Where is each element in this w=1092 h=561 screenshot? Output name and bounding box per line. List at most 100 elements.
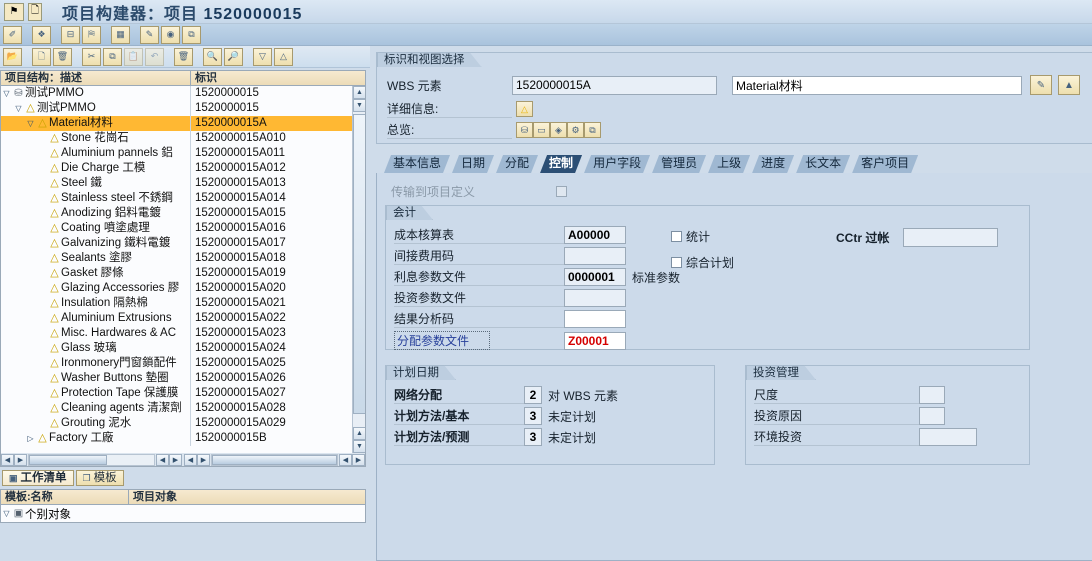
sort-icon[interactable]: △ [274, 47, 293, 66]
wbs-description-input[interactable] [732, 75, 1022, 95]
scroll-up-arrow-bottom[interactable]: ▲ [353, 427, 365, 440]
save-icon[interactable]: 🗋 [28, 2, 42, 21]
more-icon[interactable]: ▲ [1058, 75, 1080, 95]
project-structure-icon[interactable]: ❖ [32, 25, 51, 44]
project-structure-tree[interactable]: ▽ ⛁ 测试PMMO 1520000015 ▽ △ 测试PMMO 1520000015 ▽ △… [0, 86, 366, 453]
table-row[interactable]: △ Protection Tape 保護膜 1520000015A027 [1, 386, 365, 401]
scroll-up-arrow[interactable]: ▲ [353, 86, 365, 99]
status-icon[interactable]: ◉ [161, 25, 180, 44]
table-row[interactable]: △ Anodizing 鋁料電鍍 1520000015A015 [1, 206, 365, 221]
tab-管理员[interactable]: 管理员 [652, 155, 706, 173]
tree-twisty[interactable]: ▽ [1, 86, 12, 101]
paste-icon[interactable]: 📋 [124, 47, 143, 66]
wbs-element-input[interactable] [512, 75, 717, 95]
transfer-to-project-checkbox[interactable] [556, 186, 567, 197]
checkbox-统计[interactable] [671, 231, 682, 242]
table-row[interactable]: △ Steel 鐵 1520000015A013 [1, 176, 365, 191]
table-row[interactable]: ▷ △ Factory 工廠 1520000015B [1, 431, 365, 446]
worklist-tab-模板[interactable]: ❐ 模板 [75, 470, 124, 486]
note-edit-icon[interactable]: ✎ [140, 25, 159, 44]
hscroll-left-1b[interactable]: ◀ [156, 453, 169, 466]
hscroll-left-2b[interactable]: ◀ [339, 453, 352, 466]
tree-twisty[interactable]: ▽ [25, 116, 36, 131]
tab-长文本[interactable]: 长文本 [796, 155, 850, 173]
worklist-tab-工作清单[interactable]: ▣ 工作清单 [2, 470, 74, 486]
table-row[interactable]: △ Glazing Accessories 膠 1520000015A020 [1, 281, 365, 296]
input-投资参数文件[interactable] [564, 289, 626, 307]
delete-document-icon[interactable]: 🗑 [53, 47, 72, 66]
tree-vertical-scrollbar[interactable]: ▲ ▼ ▲ ▼ [352, 86, 365, 453]
template-table-body[interactable]: ▽ ▣ 个别对象 [0, 505, 366, 523]
template-row-twisty[interactable]: ▽ [1, 509, 12, 518]
table-row[interactable]: △ Coating 噴塗處理 1520000015A016 [1, 221, 365, 236]
table-row[interactable]: △ Misc. Hardwares & AC 1520000015A023 [1, 326, 365, 341]
wbs-element-icon[interactable]: ⊟ [61, 25, 80, 44]
table-row[interactable]: △ Sealants 塗膠 1520000015A018 [1, 251, 365, 266]
cctr-posting-input[interactable] [903, 228, 999, 247]
tree-twisty[interactable]: ▽ [13, 101, 24, 116]
hscroll-right-2b[interactable]: ▶ [352, 453, 365, 466]
tab-客户项目[interactable]: 客户项目 [852, 155, 918, 173]
document-overview-icon[interactable]: ⧉ [584, 122, 601, 138]
table-row[interactable]: △ Aluminium Extrusions 1520000015A022 [1, 311, 365, 326]
milestone-overview-icon[interactable]: ◈ [550, 122, 567, 138]
scrollbar-thumb[interactable] [353, 114, 365, 414]
tab-上级[interactable]: 上级 [708, 155, 750, 173]
wbs-triangle-icon[interactable]: △ [516, 101, 533, 117]
input-分配参数文件[interactable] [564, 331, 626, 350]
tab-控制[interactable]: 控制 [540, 155, 582, 173]
undo-icon[interactable]: ↶ [145, 47, 164, 66]
hscroll-left-2[interactable]: ◀ [184, 453, 197, 466]
hscroll-right-1b[interactable]: ▶ [169, 453, 182, 466]
find-next-icon[interactable]: 🔎 [224, 47, 243, 66]
table-row[interactable]: ▽ △ Material材料 1520000015A [1, 116, 365, 131]
trash-icon[interactable]: 🗑 [174, 47, 193, 66]
input-成本核算表[interactable] [564, 226, 626, 244]
input-环境投资[interactable] [919, 428, 977, 446]
open-folder-icon[interactable]: 📂 [3, 47, 22, 66]
sap-logo-icon[interactable]: ⚑ [4, 2, 24, 21]
hscroll-thumb-2[interactable] [212, 454, 337, 465]
table-row[interactable]: △ Galvanizing 鐵料電鍍 1520000015A017 [1, 236, 365, 251]
input-间接费用码[interactable] [564, 247, 626, 265]
scroll-down-arrow-top[interactable]: ▼ [353, 99, 365, 112]
pencil-edit-icon[interactable]: ✐ [3, 25, 22, 44]
table-row[interactable]: △ Glass 玻璃 1520000015A024 [1, 341, 365, 356]
tab-日期[interactable]: 日期 [452, 155, 494, 173]
table-row[interactable]: △ Ironmonery門窗鎖配件 1520000015A025 [1, 356, 365, 371]
hscroll-right-1[interactable]: ▶ [14, 453, 27, 466]
hscroll-track-2[interactable] [211, 453, 338, 466]
hscroll-right-2[interactable]: ▶ [197, 453, 210, 466]
scroll-down-arrow[interactable]: ▼ [353, 440, 365, 453]
tab-用户字段[interactable]: 用户字段 [584, 155, 650, 173]
table-view-icon[interactable]: ▦ [111, 25, 130, 44]
table-row[interactable]: △ Insulation 隔熱棉 1520000015A021 [1, 296, 365, 311]
table-row[interactable]: △ Cleaning agents 清潔劑 1520000015A028 [1, 401, 365, 416]
copy-icon[interactable]: ⧉ [103, 47, 122, 66]
input-尺度[interactable] [919, 386, 945, 404]
table-row[interactable]: ▽ ⛁ 测试PMMO 1520000015 [1, 86, 365, 101]
hscroll-track-1[interactable] [28, 453, 155, 466]
filter-icon[interactable]: ▽ [253, 47, 272, 66]
new-document-icon[interactable]: 🗋 [32, 47, 51, 66]
tab-基本信息[interactable]: 基本信息 [384, 155, 450, 173]
network-overview-icon[interactable]: ⚙ [567, 122, 584, 138]
code-计划方法/基本[interactable] [524, 407, 542, 425]
hierarchy-icon[interactable]: ⛿ [82, 25, 101, 44]
checkbox-综合计划[interactable] [671, 257, 682, 268]
hierarchy-overview-icon[interactable]: ⛁ [516, 122, 533, 138]
table-row[interactable]: △ Washer Buttons 墊圈 1520000015A026 [1, 371, 365, 386]
table-row[interactable]: △ Grouting 泥水 1520000015A029 [1, 416, 365, 431]
tab-分配[interactable]: 分配 [496, 155, 538, 173]
input-投资原因[interactable] [919, 407, 945, 425]
hscroll-thumb-1[interactable] [29, 454, 107, 465]
tab-进度[interactable]: 进度 [752, 155, 794, 173]
edit-pencil-icon[interactable]: ✎ [1030, 75, 1052, 95]
table-row[interactable]: △ Aluminium pannels 鋁 1520000015A011 [1, 146, 365, 161]
table-row[interactable]: ▽ △ 测试PMMO 1520000015 [1, 101, 365, 116]
table-row[interactable]: △ Die Charge 工模 1520000015A012 [1, 161, 365, 176]
table-row[interactable]: △ Gasket 膠條 1520000015A019 [1, 266, 365, 281]
code-计划方法/预测[interactable] [524, 428, 542, 446]
code-网络分配[interactable] [524, 386, 542, 404]
wbs-overview-icon[interactable]: ▭ [533, 122, 550, 138]
